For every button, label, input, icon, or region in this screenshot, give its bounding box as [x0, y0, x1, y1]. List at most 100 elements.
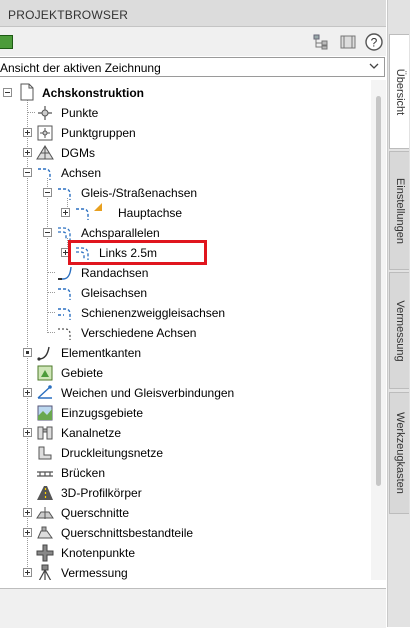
collapse-toggle[interactable]: [43, 188, 52, 197]
tree-view-icon[interactable]: [312, 33, 330, 51]
side-tabs: Übersicht Einstellungen Vermessung Werkz…: [387, 0, 410, 627]
view-dropdown-value: Ansicht der aktiven Zeichnung: [0, 61, 161, 75]
tree-item-label: Weichen und Gleisverbindungen: [61, 386, 235, 400]
pressure-network-icon: [38, 446, 52, 460]
survey-tripod-icon: [38, 564, 52, 580]
tree-item-knotenpunkte[interactable]: Knotenpunkte: [0, 543, 370, 563]
expand-toggle[interactable]: [61, 208, 70, 217]
tree-item-gleisachsen[interactable]: Gleisachsen: [0, 283, 370, 303]
point-icon: [38, 106, 52, 120]
rail-branch-icon: [58, 308, 71, 320]
tree-item-einzugsgebiete[interactable]: Einzugsgebiete: [0, 403, 370, 423]
tree-root[interactable]: Achskonstruktion: [0, 83, 370, 103]
expand-toggle[interactable]: [23, 428, 32, 437]
tree-item-label: Verschiedene Achsen: [81, 326, 197, 340]
toolbar: ?: [0, 27, 386, 56]
project-tree: Achskonstruktion Punkte Punktgruppen DGM…: [0, 80, 386, 580]
tree-item-querschnittsbestandteile[interactable]: Querschnittsbestandteile: [0, 523, 370, 543]
feature-line-icon: [37, 346, 50, 361]
tree-item-label: 3D-Profilkörper: [61, 486, 142, 500]
tree-item-label: Gebiete: [61, 366, 104, 380]
catchment-icon: [37, 405, 53, 421]
chevron-down-icon: [369, 63, 379, 69]
toolbar-green-icon[interactable]: [0, 35, 13, 49]
svg-text:?: ?: [371, 36, 378, 50]
alignment-icon: [76, 208, 89, 220]
tree-item-label: Einzugsgebiete: [61, 406, 144, 420]
subassembly-icon: [37, 526, 53, 539]
misc-alignment-icon: [58, 328, 71, 340]
tab-vermessung[interactable]: Vermessung: [389, 272, 409, 389]
tree-item-verschiedene-achsen[interactable]: Verschiedene Achsen: [0, 323, 370, 343]
corridor-icon: [37, 486, 53, 500]
tree-item-label: Gleisachsen: [81, 286, 148, 300]
tree-root-label: Achskonstruktion: [42, 86, 145, 100]
collapse-toggle[interactable]: [23, 168, 32, 177]
tree-item-label: Punkte: [61, 106, 99, 120]
expand-toggle[interactable]: [23, 568, 32, 577]
collapse-toggle[interactable]: [43, 228, 52, 237]
tree-item-dgms[interactable]: DGMs: [0, 143, 370, 163]
tree-item-label: Vermessung: [61, 566, 128, 580]
tree-item-bruecken[interactable]: Brücken: [0, 463, 370, 483]
view-dropdown[interactable]: Ansicht der aktiven Zeichnung: [0, 57, 385, 77]
expand-toggle[interactable]: [23, 508, 32, 517]
tree-item-elementkanten[interactable]: Elementkanten: [0, 343, 370, 363]
tab-einstellungen[interactable]: Einstellungen: [389, 151, 409, 270]
tree-item-label: Hauptachse: [118, 206, 183, 220]
tree-item-label: Kanalnetze: [61, 426, 122, 440]
expand-toggle[interactable]: [23, 128, 32, 137]
tree-item-label: Brücken: [61, 466, 106, 480]
alignment-icon: [58, 188, 71, 200]
tree-item-profilkoerper[interactable]: 3D-Profilkörper: [0, 483, 370, 503]
turnout-icon: [37, 385, 52, 399]
tree-item-querschnitte[interactable]: Querschnitte: [0, 503, 370, 523]
collapse-toggle[interactable]: [3, 88, 12, 97]
tree-item-achsen[interactable]: Achsen: [0, 163, 370, 183]
tab-uebersicht[interactable]: Übersicht: [389, 34, 409, 149]
expand-toggle[interactable]: [23, 148, 32, 157]
tree-item-weichen[interactable]: Weichen und Gleisverbindungen: [0, 383, 370, 403]
tree-item-vermessung[interactable]: Vermessung: [0, 563, 370, 580]
scrollbar-thumb[interactable]: [376, 96, 381, 486]
tree-item-hauptachse[interactable]: Hauptachse: [0, 203, 370, 223]
site-icon: [37, 365, 53, 381]
rail-alignment-icon: [58, 288, 71, 300]
panel-titlebar: PROJEKTBROWSER: [0, 0, 386, 27]
bottom-panel: [0, 588, 386, 628]
tree-item-label: Druckleitungsnetze: [61, 446, 164, 460]
tree-item-label: DGMs: [61, 146, 95, 160]
tree-item-randachsen[interactable]: Randachsen: [0, 263, 370, 283]
tree-item-gebiete[interactable]: Gebiete: [0, 363, 370, 383]
tree-item-label: Elementkanten: [61, 346, 142, 360]
point-group-icon: [37, 125, 53, 141]
tree-item-schienenzweiggleisachsen[interactable]: Schienenzweiggleisachsen: [0, 303, 370, 323]
tree-item-label: Punktgruppen: [61, 126, 136, 140]
highlight-box: [68, 240, 207, 265]
help-icon[interactable]: ?: [364, 32, 384, 52]
surface-icon: [36, 145, 54, 160]
toggle[interactable]: [23, 348, 32, 357]
tree-item-kanalnetze[interactable]: Kanalnetze: [0, 423, 370, 443]
tree-item-druckleitungsnetze[interactable]: Druckleitungsnetze: [0, 443, 370, 463]
tree-item-label: Knotenpunkte: [61, 546, 136, 560]
document-icon: [20, 83, 34, 101]
intersection-icon: [36, 544, 54, 562]
tree-item-label: Querschnittsbestandteile: [61, 526, 194, 540]
curb-alignment-icon: [58, 266, 72, 280]
tree-item-gleis-strassenachsen[interactable]: Gleis-/Straßenachsen: [0, 183, 370, 203]
tree-item-label: Achsparallelen: [81, 226, 160, 240]
tree-item-punktgruppen[interactable]: Punktgruppen: [0, 123, 370, 143]
expand-toggle[interactable]: [23, 388, 32, 397]
tree-item-punkte[interactable]: Punkte: [0, 103, 370, 123]
expand-toggle[interactable]: [23, 528, 32, 537]
tree-item-label: Achsen: [61, 166, 102, 180]
bridge-icon: [37, 471, 53, 477]
grid-view-icon[interactable]: [339, 33, 357, 51]
warning-flag-icon: [94, 203, 102, 211]
vertical-scrollbar[interactable]: [371, 80, 386, 580]
tree-item-label: Querschnitte: [61, 506, 130, 520]
alignment-icon: [38, 168, 51, 180]
tab-werkzeugkasten[interactable]: Werkzeugkasten: [389, 392, 409, 514]
assembly-icon: [36, 507, 54, 519]
